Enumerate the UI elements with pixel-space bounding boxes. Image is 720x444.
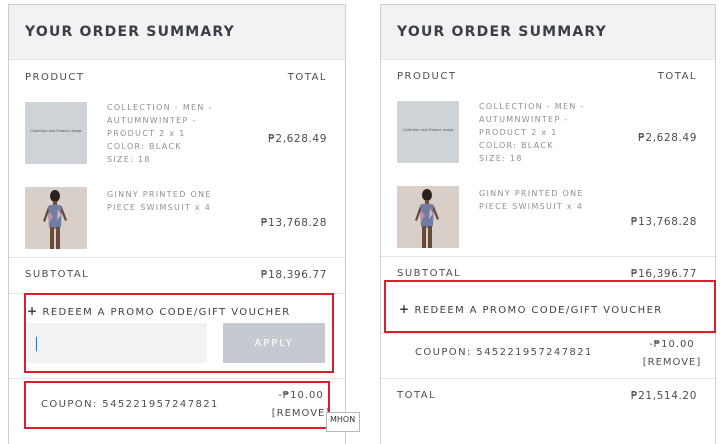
thumbnail-placeholder-text: Collection and Product image xyxy=(402,128,454,132)
redeem-promo-toggle[interactable]: + REDEEM A PROMO CODE/GIFT VOUCHER xyxy=(399,302,663,316)
product-color-line: COLOR: BLACK xyxy=(107,142,182,151)
product-price: ₱2,628.49 xyxy=(268,133,327,145)
subtotal-value: ₱18,396.77 xyxy=(260,269,327,281)
plus-icon: + xyxy=(399,302,411,316)
summary-header: YOUR ORDER SUMMARY xyxy=(9,5,345,60)
product-price: ₱13,768.28 xyxy=(630,216,697,228)
redeem-promo-label: REDEEM A PROMO CODE/GIFT VOUCHER xyxy=(42,307,291,318)
redeem-promo-label: REDEEM A PROMO CODE/GIFT VOUCHER xyxy=(414,305,663,316)
product-name-line: GINNY PRINTED ONE xyxy=(107,190,212,199)
product-column-header: PRODUCT xyxy=(25,72,85,83)
summary-header: YOUR ORDER SUMMARY xyxy=(381,5,715,60)
product-quantity-line: PIECE SWIMSUIT x 4 xyxy=(107,203,212,212)
subtotal-label: SUBTOTAL xyxy=(397,268,462,279)
total-value: ₱21,514.20 xyxy=(630,390,697,402)
divider xyxy=(381,378,715,379)
coupon-label: COUPON: 545221957247821 xyxy=(41,399,219,410)
product-size-line: SIZE: 18 xyxy=(479,154,523,163)
product-quantity-line: PRODUCT 2 x 1 xyxy=(479,128,558,137)
swimsuit-model-illustration xyxy=(25,187,87,249)
total-column-header: TOTAL xyxy=(657,71,697,82)
remove-coupon-link[interactable]: [REMOVE] xyxy=(631,354,713,372)
divider xyxy=(9,257,345,258)
product-name-line: AUTUMNWINTEP - xyxy=(479,115,569,124)
product-name-line: COLLECTION - MEN - xyxy=(479,102,585,111)
divider xyxy=(9,293,345,294)
divider xyxy=(381,256,715,257)
order-summary-panel-right: YOUR ORDER SUMMARY PRODUCT TOTAL Collect… xyxy=(380,4,716,444)
summary-title: YOUR ORDER SUMMARY xyxy=(25,24,235,40)
overlapping-popup-fragment: MHON xyxy=(326,412,360,432)
total-label: TOTAL xyxy=(397,390,437,401)
product-thumbnail-placeholder[interactable]: Collection and Product image xyxy=(397,101,459,163)
swimsuit-model-illustration xyxy=(397,186,459,248)
product-price: ₱2,628.49 xyxy=(638,132,697,144)
product-thumbnail-placeholder[interactable]: Collection and Product image xyxy=(25,102,87,164)
total-column-header: TOTAL xyxy=(287,72,327,83)
product-name-line: COLLECTION - MEN - xyxy=(107,103,213,112)
thumbnail-placeholder-text: Collection and Product image xyxy=(30,129,82,133)
text-cursor xyxy=(36,337,37,351)
order-summary-panel-left: YOUR ORDER SUMMARY PRODUCT TOTAL Collect… xyxy=(8,4,346,444)
promo-code-input[interactable] xyxy=(27,323,207,363)
product-price: ₱13,768.28 xyxy=(260,217,327,229)
swimsuit-product-image[interactable] xyxy=(25,187,87,249)
product-name-line: GINNY PRINTED ONE xyxy=(479,189,584,198)
product-column-header: PRODUCT xyxy=(397,71,457,82)
product-name-line: AUTUMNWINTEP - xyxy=(107,116,197,125)
subtotal-label: SUBTOTAL xyxy=(25,269,90,280)
coupon-discount-amount: -₱10.00 xyxy=(649,339,695,350)
coupon-discount-amount: -₱10.00 xyxy=(278,390,324,401)
summary-title: YOUR ORDER SUMMARY xyxy=(397,24,607,40)
divider xyxy=(9,378,345,379)
divider xyxy=(381,333,715,334)
product-size-line: SIZE: 18 xyxy=(107,155,151,164)
product-quantity-line: PRODUCT 2 x 1 xyxy=(107,129,186,138)
product-quantity-line: PIECE SWIMSUIT x 4 xyxy=(479,202,584,211)
swimsuit-product-image[interactable] xyxy=(397,186,459,248)
coupon-label: COUPON: 545221957247821 xyxy=(415,347,593,358)
product-color-line: COLOR: BLACK xyxy=(479,141,554,150)
apply-button[interactable]: APPLY xyxy=(223,323,325,363)
subtotal-value: ₱16,396.77 xyxy=(630,268,697,280)
redeem-promo-toggle[interactable]: + REDEEM A PROMO CODE/GIFT VOUCHER xyxy=(27,304,291,318)
plus-icon: + xyxy=(27,304,39,318)
